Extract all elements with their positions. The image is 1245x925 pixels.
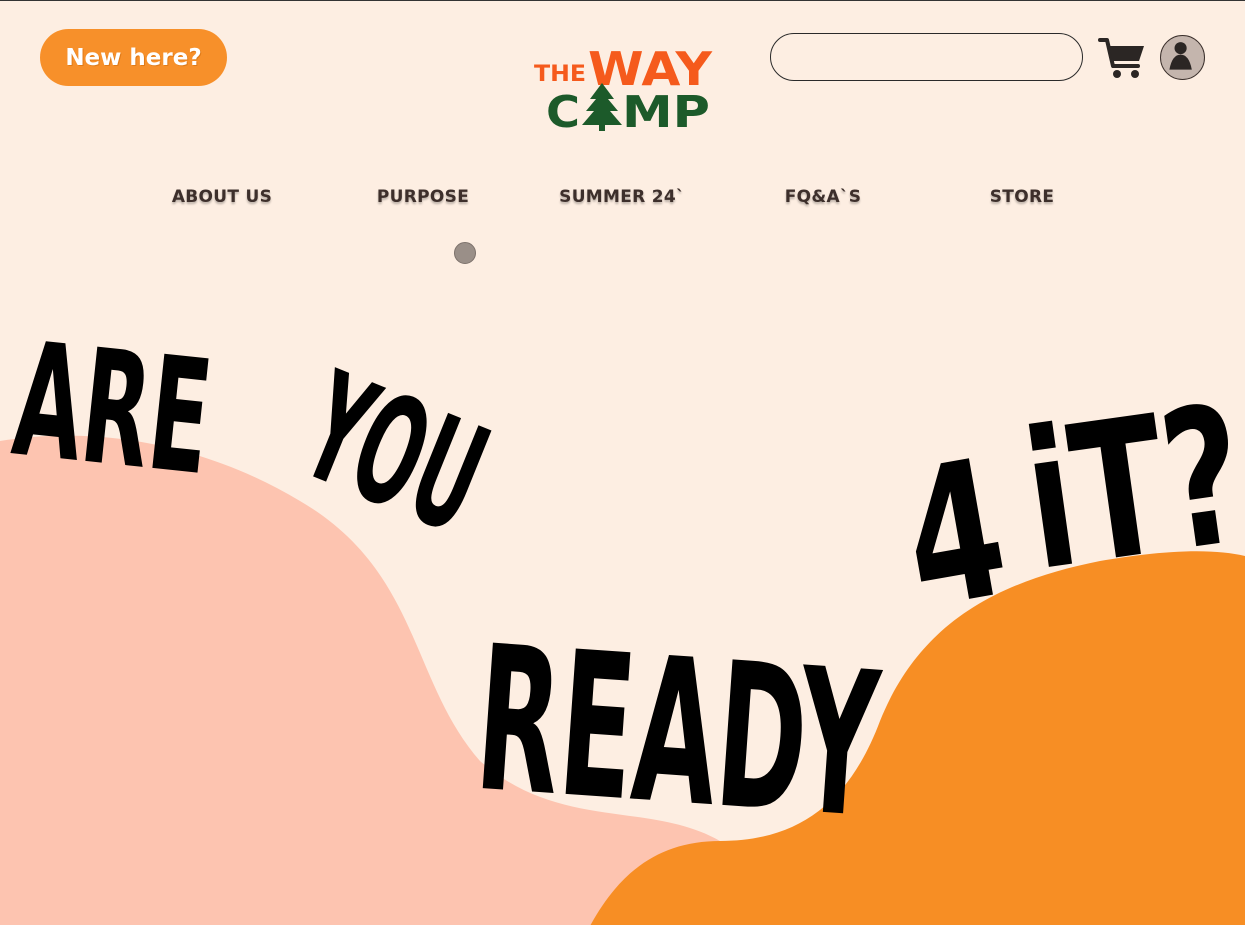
page: ARE YOU READY 4 iT? New here? THE WAY C … xyxy=(0,0,1245,925)
logo-c: C xyxy=(546,87,580,133)
nav-indicator-dot[interactable] xyxy=(454,242,476,264)
logo-mp: MP xyxy=(622,87,710,133)
hero-illustration: ARE YOU READY 4 iT? xyxy=(0,308,1245,925)
main-nav: ABOUT US PURPOSE SUMMER 24` FQ&A`S STORE xyxy=(0,187,1245,211)
the-way-camp-logo[interactable]: THE WAY C MP xyxy=(530,41,715,133)
new-here-button[interactable]: New here? xyxy=(40,29,227,86)
user-avatar-button[interactable] xyxy=(1160,35,1205,80)
nav-purpose[interactable]: PURPOSE xyxy=(377,187,469,207)
user-avatar-icon xyxy=(1169,42,1192,70)
nav-fqas[interactable]: FQ&A`S xyxy=(785,187,862,207)
hero-word-are: ARE xyxy=(6,308,219,511)
search-input[interactable] xyxy=(770,33,1083,81)
nav-summer-24[interactable]: SUMMER 24` xyxy=(559,187,685,207)
hero-word-it: iT? xyxy=(1013,364,1245,613)
logo-the: THE xyxy=(534,62,586,87)
nav-about-us[interactable]: ABOUT US xyxy=(172,187,272,207)
cart-icon[interactable] xyxy=(1098,36,1146,80)
nav-store[interactable]: STORE xyxy=(990,187,1055,207)
hero-word-ready: READY xyxy=(470,603,886,863)
hero-word-4: 4 xyxy=(889,418,1021,652)
